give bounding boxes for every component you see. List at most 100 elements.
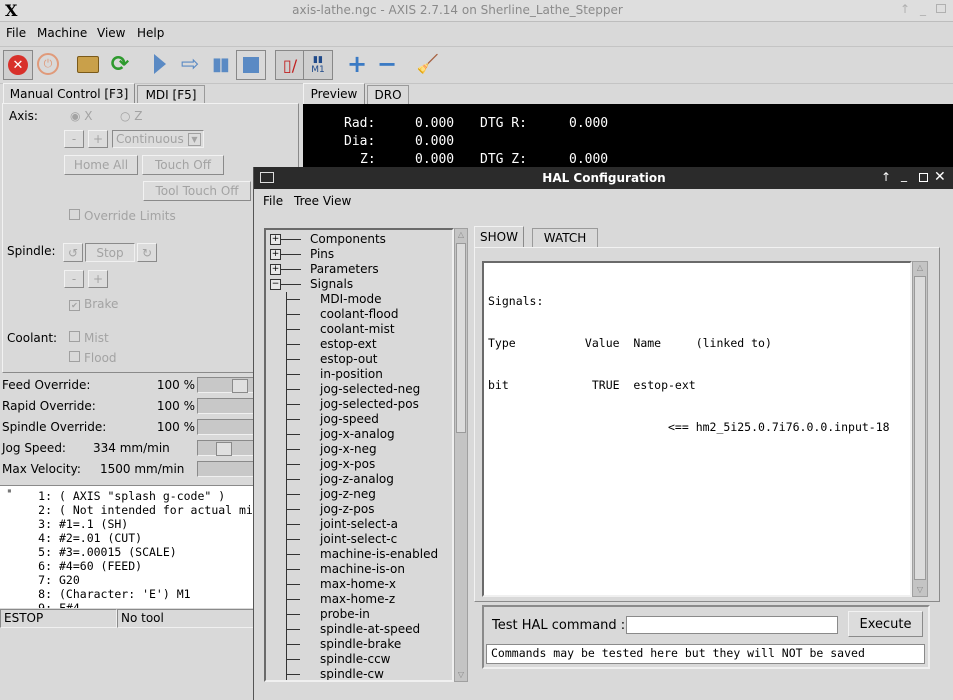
hal-titlebar[interactable]: HAL Configuration ↑ _ ✕ <box>254 167 953 189</box>
zoom-in-button[interactable]: + <box>343 50 371 78</box>
max-velocity-slider[interactable] <box>197 461 260 477</box>
tree-signal-item[interactable]: jog-x-neg <box>266 442 452 457</box>
tree-signal-item[interactable]: machine-is-on <box>266 562 452 577</box>
scroll-up-icon[interactable]: △ <box>456 230 466 240</box>
clear-plot-button[interactable]: 🧹 <box>414 50 442 78</box>
hal-menu-tree-view[interactable]: Tree View <box>294 194 351 208</box>
tree-signal-item[interactable]: jog-selected-pos <box>266 397 452 412</box>
pause-button[interactable]: ▮▮ <box>206 50 234 78</box>
feed-override-slider[interactable] <box>197 377 260 393</box>
spindle-slower-button[interactable]: - <box>64 270 84 288</box>
spindle-ccw-button[interactable]: ↺ <box>63 243 83 262</box>
hal-close-icon[interactable]: ✕ <box>934 169 946 185</box>
estop-button[interactable]: ✕ <box>3 50 33 80</box>
window-up-icon[interactable]: ↑ <box>900 2 910 16</box>
jog-plus-button[interactable]: + <box>88 130 108 148</box>
machine-power-button[interactable]: ⏻ <box>34 50 62 78</box>
flood-checkbox[interactable]: Flood <box>69 351 117 365</box>
tool-touch-off-button[interactable]: Tool Touch Off <box>143 181 251 201</box>
tree-signal-item[interactable]: jog-speed <box>266 412 452 427</box>
tab-watch[interactable]: WATCH <box>532 228 598 248</box>
tree-signal-item[interactable]: probe-in <box>266 607 452 622</box>
tree-signal-item[interactable]: spindle-brake <box>266 637 452 652</box>
slider-thumb[interactable] <box>216 442 232 456</box>
gcode-line[interactable]: 5: #3=.00015 (SCALE) <box>0 545 177 559</box>
hal-tree-scrollbar[interactable]: △ ▽ <box>454 228 468 682</box>
tree-node-components[interactable]: + Components <box>266 232 452 247</box>
hal-maximize-icon[interactable] <box>919 173 928 182</box>
tree-node-parameters[interactable]: + Parameters <box>266 262 452 277</box>
gcode-line[interactable]: 2: ( Not intended for actual mi <box>0 503 253 517</box>
reload-button[interactable]: ⟳ <box>106 50 134 78</box>
expand-icon[interactable]: + <box>270 234 281 245</box>
optional-stop-button[interactable]: ▮▮ M1 <box>303 50 333 80</box>
rapid-override-slider[interactable] <box>197 398 260 414</box>
gcode-line[interactable]: 8: (Character: 'E') M1 <box>0 587 190 601</box>
tree-signal-item[interactable]: max-home-x <box>266 577 452 592</box>
spindle-override-slider[interactable] <box>197 419 260 435</box>
hal-minimize-icon[interactable]: _ <box>901 168 907 182</box>
hal-tree[interactable]: + Components + Pins + Parameters − Signals MDI-m… <box>264 228 454 682</box>
tab-mdi[interactable]: MDI [F5] <box>137 85 205 104</box>
gcode-line[interactable]: 4: #2=.01 (CUT) <box>0 531 142 545</box>
spindle-cw-button[interactable]: ↻ <box>137 243 157 262</box>
tree-signal-item[interactable]: jog-x-pos <box>266 457 452 472</box>
zoom-out-button[interactable]: − <box>373 50 401 78</box>
tree-signal-item[interactable]: machine-is-enabled <box>266 547 452 562</box>
scroll-down-icon[interactable]: ▽ <box>915 585 925 595</box>
jog-speed-slider[interactable] <box>197 440 260 456</box>
menu-machine[interactable]: Machine <box>37 26 87 40</box>
tree-signal-item[interactable]: spindle-ccw <box>266 652 452 667</box>
scroll-down-icon[interactable]: ▽ <box>456 670 466 680</box>
window-maximize-icon[interactable] <box>936 4 946 13</box>
tree-signal-item[interactable]: in-position <box>266 367 452 382</box>
block-delete-button[interactable]: ▯/ <box>275 50 305 80</box>
mist-checkbox[interactable]: Mist <box>69 331 109 345</box>
tree-signal-item[interactable]: coolant-mist <box>266 322 452 337</box>
slider-thumb[interactable] <box>232 379 248 393</box>
tree-signal-item[interactable]: spindle-at-speed <box>266 622 452 637</box>
menu-view[interactable]: View <box>97 26 125 40</box>
axis-x-radio[interactable]: ◉ X <box>70 109 93 123</box>
tree-signal-item[interactable]: jog-x-analog <box>266 427 452 442</box>
tab-preview[interactable]: Preview <box>303 83 365 104</box>
scroll-thumb[interactable] <box>914 276 926 580</box>
spindle-faster-button[interactable]: + <box>88 270 108 288</box>
open-file-button[interactable] <box>74 50 102 78</box>
jog-minus-button[interactable]: - <box>64 130 84 148</box>
gcode-line[interactable]: 7: G20 <box>0 573 80 587</box>
tab-manual-control[interactable]: Manual Control [F3] <box>3 83 135 104</box>
tree-signal-item[interactable]: joint-select-c <box>266 532 452 547</box>
home-all-button[interactable]: Home All <box>64 155 138 175</box>
tree-signal-item[interactable]: max-home-z <box>266 592 452 607</box>
tree-signal-item[interactable]: jog-z-pos <box>266 502 452 517</box>
tree-signal-item[interactable]: jog-z-analog <box>266 472 452 487</box>
override-limits-checkbox[interactable]: Override Limits <box>69 209 176 223</box>
tree-signal-item[interactable]: spindle-cw <box>266 667 452 680</box>
spindle-stop-button[interactable]: Stop <box>85 243 135 262</box>
scroll-thumb[interactable] <box>456 243 466 433</box>
expand-icon[interactable]: + <box>270 249 281 260</box>
menu-file[interactable]: File <box>6 26 26 40</box>
expand-icon[interactable]: + <box>270 264 281 275</box>
run-button[interactable] <box>146 50 174 78</box>
gcode-line[interactable]: 3: #1=.1 (SH) <box>0 517 128 531</box>
tree-signal-item[interactable]: MDI-mode <box>266 292 452 307</box>
touch-off-button[interactable]: Touch Off <box>142 155 224 175</box>
tree-signal-item[interactable]: estop-ext <box>266 337 452 352</box>
tree-node-pins[interactable]: + Pins <box>266 247 452 262</box>
tree-node-signals[interactable]: − Signals <box>266 277 452 292</box>
scroll-up-icon[interactable]: △ <box>915 263 925 273</box>
show-text[interactable]: Signals: Type Value Name (linked to) bit… <box>482 261 912 597</box>
tab-dro[interactable]: DRO <box>367 85 409 104</box>
hal-menu-file[interactable]: File <box>263 194 283 208</box>
brake-checkbox[interactable]: ✔ Brake <box>69 297 118 311</box>
tree-signal-item[interactable]: estop-out <box>266 352 452 367</box>
execute-button[interactable]: Execute <box>848 611 923 637</box>
window-minimize-icon[interactable]: _ <box>920 2 926 16</box>
gcode-line[interactable]: 1: ( AXIS "splash g-code" ) <box>0 489 225 503</box>
tree-signal-item[interactable]: coolant-flood <box>266 307 452 322</box>
menu-help[interactable]: Help <box>137 26 164 40</box>
collapse-icon[interactable]: − <box>270 279 281 290</box>
hal-up-icon[interactable]: ↑ <box>881 170 891 184</box>
